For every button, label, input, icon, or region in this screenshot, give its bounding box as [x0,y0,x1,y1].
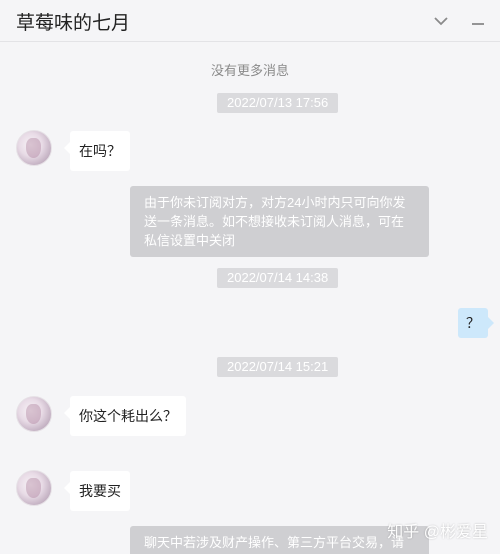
timestamp: 2022/07/13 17:56 [217,93,339,113]
watermark: 知乎 @彬爱星 [387,524,488,541]
minimize-icon [472,23,484,25]
timestamp: 2022/07/14 14:38 [217,268,339,288]
avatar[interactable] [16,130,52,166]
message-incoming: 在吗？ [64,131,130,171]
chat-header: 草莓味的七月 [0,0,500,42]
collapse-button[interactable] [430,10,452,32]
minimize-button[interactable] [467,10,489,32]
message-outgoing: ？ [458,308,494,338]
chevron-down-icon [434,17,448,26]
timestamp: 2022/07/14 15:21 [217,357,339,377]
message-incoming: 我要买 [64,471,130,511]
system-notice: 聊天中若涉及财产操作、第三方平台交易，请勿轻信他人，谨防受骗，以免资金损失 [130,526,429,554]
avatar[interactable] [16,470,52,506]
message-incoming: 你这个耗出么？ [64,396,186,436]
no-more-messages[interactable]: 没有更多消息 [0,60,500,79]
system-notice: 由于你未订阅对方，对方24小时内只可向你发送一条消息。如不想接收未订阅人消息，可… [130,186,429,257]
chat-title: 草莓味的七月 [16,13,131,34]
avatar[interactable] [16,396,52,432]
